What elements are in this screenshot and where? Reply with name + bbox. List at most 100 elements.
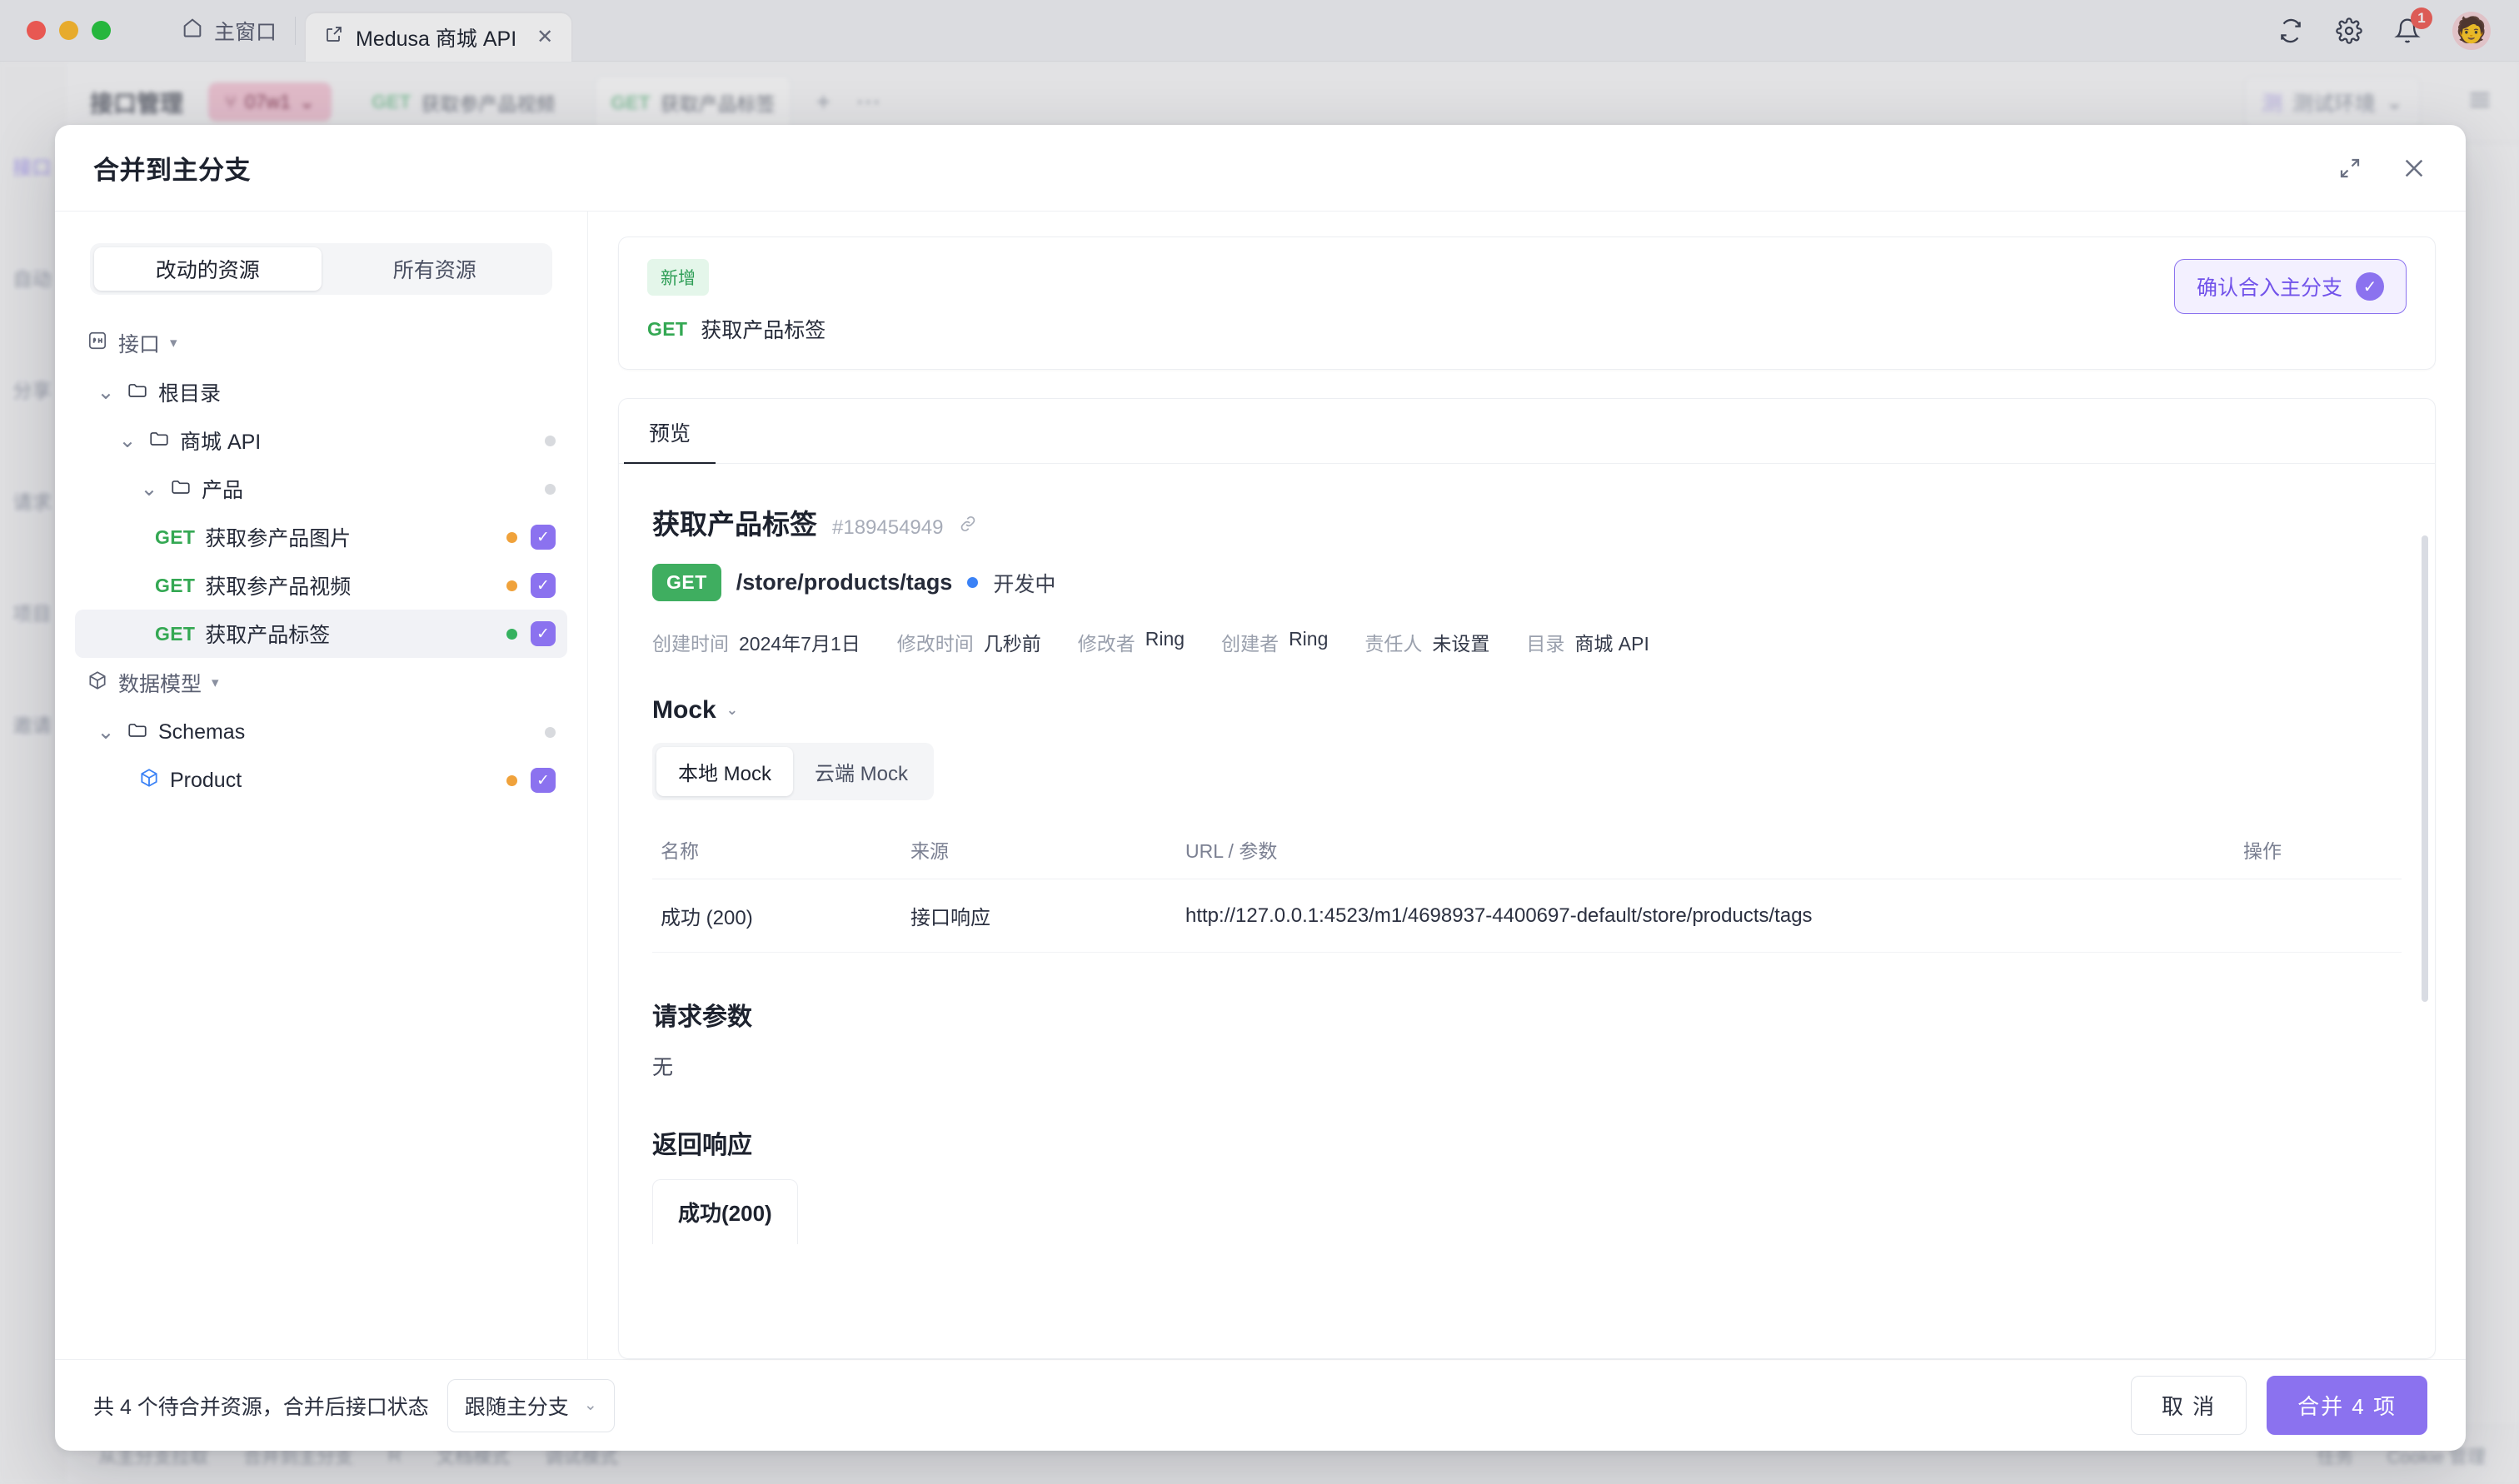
- tree-item-folder-root[interactable]: ⌄ 根目录: [75, 368, 567, 416]
- meta-created-at: 创建时间 2024年7月1日: [652, 628, 860, 656]
- twisty-icon[interactable]: ⌄: [138, 476, 160, 501]
- preview-card: 预览 获取产品标签 #189454949 GET /store/products…: [618, 398, 2436, 1359]
- tree-item-api-product-images[interactable]: GET 获取参产品图片 ✓: [75, 513, 567, 561]
- column-header-source: 来源: [902, 822, 1177, 879]
- cancel-button[interactable]: 取 消: [2130, 1376, 2247, 1435]
- merge-checkbox[interactable]: ✓: [531, 525, 556, 550]
- meta-updated-at: 修改时间 几秒前: [897, 628, 1041, 656]
- twisty-icon[interactable]: ⌄: [95, 380, 117, 405]
- meta-value: 未设置: [1432, 633, 1490, 655]
- link-icon[interactable]: [958, 514, 978, 538]
- api-title-row: 获取产品标签 #189454949: [652, 502, 2402, 542]
- api-title: 获取产品标签: [652, 509, 817, 540]
- merge-checkbox[interactable]: ✓: [531, 573, 556, 598]
- status-badge: 开发中: [993, 572, 1056, 596]
- tree-item-folder-products[interactable]: ⌄ 产品: [75, 465, 567, 513]
- table-row[interactable]: 成功 (200) 接口响应 http://127.0.0.1:4523/m1/4…: [652, 879, 2402, 953]
- tree-item-label: 获取产品标签: [205, 624, 331, 647]
- column-header-actions: 操作: [2235, 822, 2402, 879]
- merge-to-main-dialog: 合并到主分支 改动的资源 所有资源 接口 ▾ ⌄ 根目录 ⌄ 商城 API ⌄ …: [55, 125, 2466, 1451]
- tab-cloud-mock[interactable]: 云端 Mock: [793, 747, 930, 796]
- dialog-footer: 共 4 个待合并资源，合并后接口状态 跟随主分支 ⌄ 取 消 合并 4 项: [55, 1359, 2466, 1451]
- segment-all-resources[interactable]: 所有资源: [322, 247, 549, 291]
- tree-item-api-product-tags[interactable]: GET 获取产品标签 ✓: [75, 610, 567, 658]
- api-icon: [87, 330, 108, 357]
- dialog-title: 合并到主分支: [93, 156, 251, 185]
- status-dot: [545, 726, 556, 738]
- meta-owner: 责任人 未设置: [1364, 628, 1489, 656]
- preview-content: 获取产品标签 #189454949 GET /store/products/ta…: [619, 464, 2435, 1358]
- dialog-header-actions: [2337, 155, 2427, 182]
- diff-resource-name: 获取产品标签: [701, 319, 826, 342]
- confirm-merge-label: 确认合入主分支: [2196, 276, 2342, 300]
- merge-summary-text: 共 4 个待合并资源，合并后接口状态: [93, 1395, 429, 1419]
- merge-checkbox[interactable]: ✓: [531, 768, 556, 793]
- meta-value: Ring: [1145, 628, 1185, 650]
- request-params-title: 请求参数: [652, 1003, 752, 1031]
- status-dot: [506, 531, 517, 543]
- chevron-down-icon: ▾: [212, 675, 219, 690]
- tree-item-status: ✓: [506, 525, 556, 550]
- tree-group-label: 接口: [118, 333, 161, 356]
- diff-summary-card: 新增 GET 获取产品标签 确认合入主分支 ✓: [618, 237, 2436, 370]
- request-params-section: 请求参数 无: [652, 996, 2402, 1081]
- check-icon: ✓: [2356, 272, 2384, 301]
- diff-summary-left: 新增 GET 获取产品标签: [647, 259, 826, 344]
- meta-value: Ring: [1289, 628, 1329, 650]
- cube-blue-icon: [138, 767, 160, 794]
- method-badge: GET: [652, 564, 721, 601]
- chevron-down-icon: ⌄: [726, 702, 738, 718]
- status-dot: [545, 435, 556, 446]
- tree-item-status: ✓: [506, 768, 556, 793]
- cell-url[interactable]: http://127.0.0.1:4523/m1/4698937-4400697…: [1177, 879, 2235, 953]
- resource-detail-panel: 新增 GET 获取产品标签 确认合入主分支 ✓ 预览 获取产品标签 #18945…: [588, 212, 2466, 1359]
- meta-creator: 创建者 Ring: [1221, 628, 1328, 656]
- mock-table: 名称 来源 URL / 参数 操作 成功 (200) 接口响应 http://1…: [652, 822, 2402, 953]
- preview-scrollbar[interactable]: [2422, 535, 2428, 1002]
- status-dot: [545, 483, 556, 495]
- mock-table-header-row: 名称 来源 URL / 参数 操作: [652, 822, 2402, 879]
- request-params-empty: 无: [652, 1056, 674, 1079]
- status-dot: [506, 628, 517, 640]
- tree-group-schemas[interactable]: 数据模型 ▾: [75, 658, 567, 708]
- meta-key: 创建者: [1221, 633, 1279, 655]
- folder-icon: [170, 476, 192, 503]
- tree-item-label: 商城 API: [180, 431, 262, 454]
- dialog-body: 改动的资源 所有资源 接口 ▾ ⌄ 根目录 ⌄ 商城 API ⌄ 产品 GET …: [55, 212, 2466, 1359]
- post-merge-status-select[interactable]: 跟随主分支 ⌄: [446, 1378, 615, 1432]
- api-path-row: GET /store/products/tags 开发中: [652, 564, 2402, 601]
- tree-item-status: [545, 435, 556, 446]
- tree-item-api-product-videos[interactable]: GET 获取参产品视频 ✓: [75, 561, 567, 610]
- tab-response-200[interactable]: 成功(200): [652, 1179, 798, 1244]
- merge-checkbox[interactable]: ✓: [531, 621, 556, 646]
- confirm-merge-button[interactable]: 确认合入主分支 ✓: [2173, 259, 2407, 314]
- tree-item-label: 产品: [202, 479, 244, 502]
- mock-section-title: Mock: [652, 696, 716, 724]
- method-label: GET: [155, 574, 196, 596]
- folder-icon: [127, 719, 148, 746]
- collapse-icon[interactable]: [2337, 156, 2362, 181]
- twisty-icon[interactable]: ⌄: [95, 720, 117, 744]
- tree-item-schema-product[interactable]: Product ✓: [75, 756, 567, 804]
- tab-preview[interactable]: 预览: [624, 399, 716, 464]
- method-label: GET: [155, 525, 196, 548]
- status-dot: [506, 774, 517, 786]
- response-section: 返回响应 成功(200): [652, 1124, 2402, 1244]
- close-icon[interactable]: [2401, 155, 2427, 182]
- tree-item-folder-schemas[interactable]: ⌄ Schemas: [75, 708, 567, 756]
- mock-section-title-row[interactable]: Mock ⌄: [652, 696, 2402, 725]
- meta-value: 商城 API: [1574, 633, 1649, 655]
- merge-button[interactable]: 合并 4 项: [2267, 1376, 2427, 1435]
- api-path: /store/products/tags: [736, 570, 953, 595]
- twisty-icon[interactable]: ⌄: [117, 428, 138, 453]
- tree-item-folder-shop-api[interactable]: ⌄ 商城 API: [75, 416, 567, 465]
- preview-tabs: 预览: [619, 399, 2435, 464]
- segment-changed-resources[interactable]: 改动的资源: [94, 247, 322, 291]
- cell-actions[interactable]: [2235, 879, 2402, 953]
- meta-modifier: 修改者 Ring: [1078, 628, 1185, 656]
- status-dot: [967, 577, 979, 588]
- tree-item-status: [545, 726, 556, 738]
- tree-item-label: Product: [170, 768, 242, 792]
- tab-local-mock[interactable]: 本地 Mock: [656, 747, 794, 796]
- tree-group-apis[interactable]: 接口 ▾: [75, 318, 567, 368]
